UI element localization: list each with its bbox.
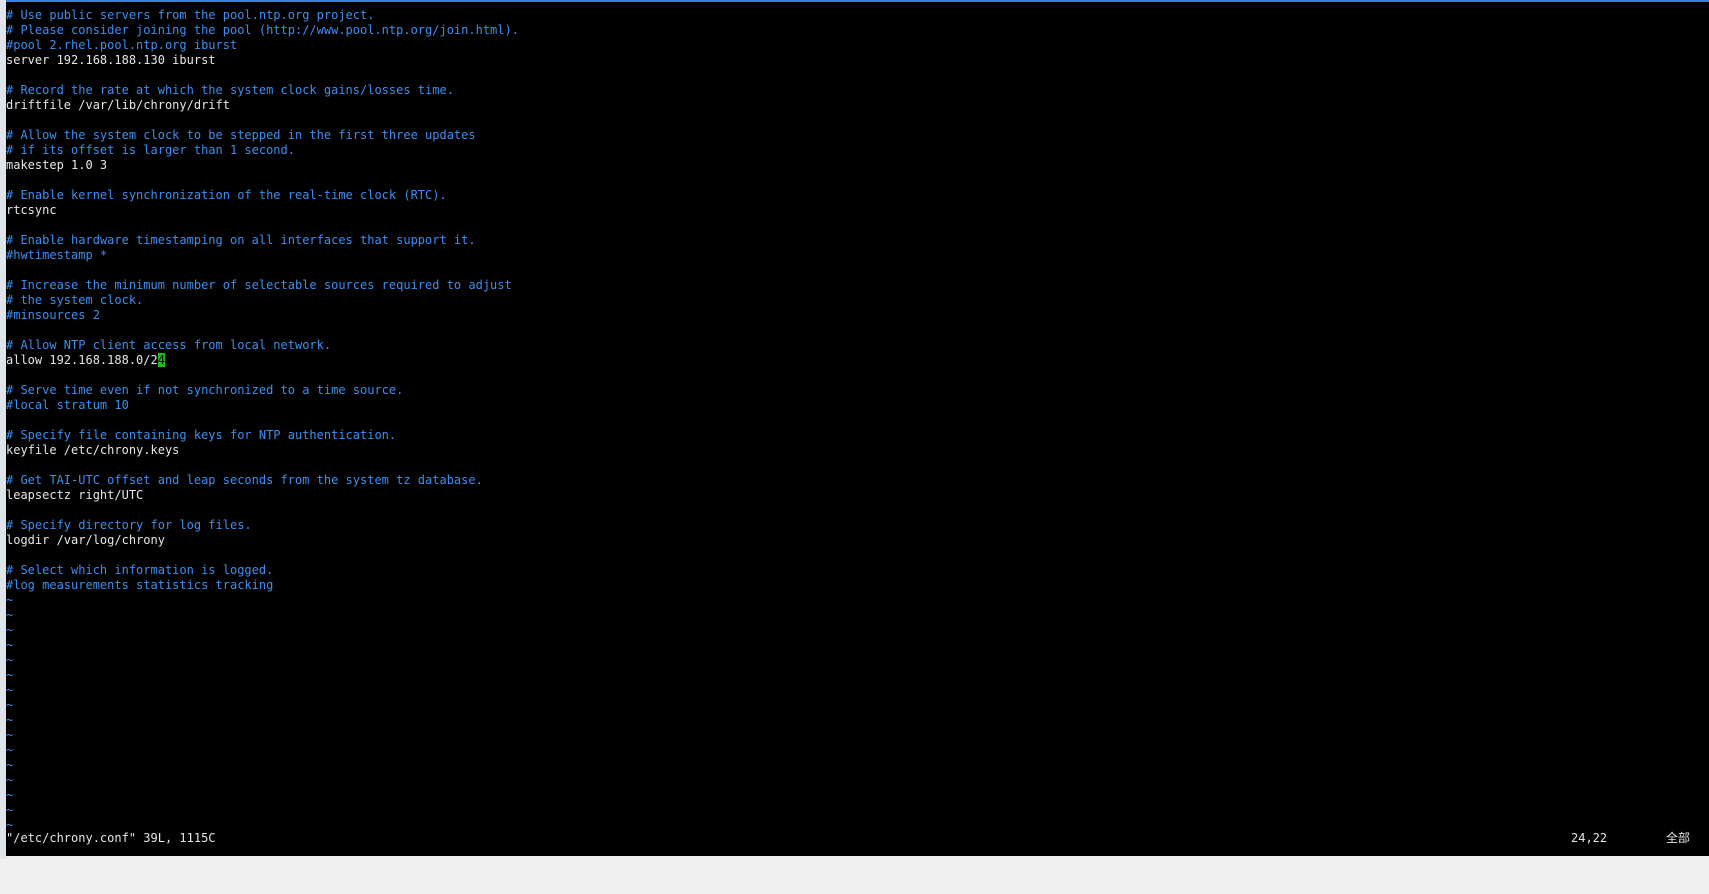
config-comment: #pool 2.rhel.pool.ntp.org iburst bbox=[6, 38, 238, 52]
config-comment: # Use public servers from the pool.ntp.o… bbox=[6, 8, 375, 22]
editor-line[interactable]: # Use public servers from the pool.ntp.o… bbox=[6, 8, 1696, 23]
config-directive: rtcsync bbox=[6, 203, 57, 217]
editor-line[interactable] bbox=[6, 413, 1696, 428]
config-directive: leapsectz right/UTC bbox=[6, 488, 144, 502]
config-comment: # Enable kernel synchronization of the r… bbox=[6, 188, 447, 202]
editor-line[interactable]: makestep 1.0 3 bbox=[6, 158, 1696, 173]
config-comment: # Record the rate at which the system cl… bbox=[6, 83, 454, 97]
empty-buffer-line-marker: ~ bbox=[6, 728, 14, 742]
editor-line[interactable]: #log measurements statistics tracking bbox=[6, 578, 1696, 593]
editor-line[interactable]: # Specify directory for log files. bbox=[6, 518, 1696, 533]
editor-line[interactable] bbox=[6, 68, 1696, 83]
empty-buffer-line-marker: ~ bbox=[6, 623, 14, 637]
editor-line[interactable]: # Enable hardware timestamping on all in… bbox=[6, 233, 1696, 248]
editor-line[interactable]: rtcsync bbox=[6, 203, 1696, 218]
editor-line[interactable]: # Please consider joining the pool (http… bbox=[6, 23, 1696, 38]
config-comment: #local stratum 10 bbox=[6, 398, 129, 412]
editor-line[interactable]: # the system clock. bbox=[6, 293, 1696, 308]
editor-line[interactable]: #hwtimestamp * bbox=[6, 248, 1696, 263]
editor-line[interactable]: #local stratum 10 bbox=[6, 398, 1696, 413]
config-comment: # Specify file containing keys for NTP a… bbox=[6, 428, 397, 442]
empty-buffer-line-marker: ~ bbox=[6, 668, 14, 682]
config-comment: # Select which information is logged. bbox=[6, 563, 274, 577]
editor-line[interactable] bbox=[6, 263, 1696, 278]
empty-buffer-line-marker: ~ bbox=[6, 713, 14, 727]
empty-buffer-line-marker: ~ bbox=[6, 743, 14, 757]
config-comment: # Allow the system clock to be stepped i… bbox=[6, 128, 476, 142]
vim-text-area[interactable]: # Use public servers from the pool.ntp.o… bbox=[6, 8, 1696, 833]
config-directive: keyfile /etc/chrony.keys bbox=[6, 443, 180, 457]
editor-line[interactable] bbox=[6, 458, 1696, 473]
config-comment: # Get TAI-UTC offset and leap seconds fr… bbox=[6, 473, 483, 487]
empty-buffer-line-marker: ~ bbox=[6, 788, 14, 802]
editor-line[interactable]: # Allow the system clock to be stepped i… bbox=[6, 128, 1696, 143]
config-comment: # Increase the minimum number of selecta… bbox=[6, 278, 512, 292]
empty-buffer-line-marker: ~ bbox=[6, 638, 14, 652]
editor-line[interactable]: # Enable kernel synchronization of the r… bbox=[6, 188, 1696, 203]
editor-line[interactable] bbox=[6, 113, 1696, 128]
editor-line-text: allow 192.168.188.0/2 bbox=[6, 353, 158, 367]
config-comment: # Please consider joining the pool (http… bbox=[6, 23, 519, 37]
empty-buffer-line-marker: ~ bbox=[6, 608, 14, 622]
editor-line[interactable] bbox=[6, 173, 1696, 188]
editor-line[interactable]: # Specify file containing keys for NTP a… bbox=[6, 428, 1696, 443]
editor-line[interactable]: # Allow NTP client access from local net… bbox=[6, 338, 1696, 353]
config-directive: makestep 1.0 3 bbox=[6, 158, 108, 172]
status-file-info: "/etc/chrony.conf" 39L, 1115C bbox=[6, 831, 216, 845]
config-comment: # if its offset is larger than 1 second. bbox=[6, 143, 295, 157]
empty-buffer-line-marker: ~ bbox=[6, 683, 14, 697]
empty-buffer-line-marker: ~ bbox=[6, 653, 14, 667]
empty-buffer-line-marker: ~ bbox=[6, 593, 14, 607]
empty-buffer-line-marker: ~ bbox=[6, 773, 14, 787]
config-directive: driftfile /var/lib/chrony/drift bbox=[6, 98, 230, 112]
config-comment: #log measurements statistics tracking bbox=[6, 578, 274, 592]
status-scroll-indicator: 全部 bbox=[1666, 831, 1691, 845]
config-comment: #minsources 2 bbox=[6, 308, 100, 322]
editor-line[interactable]: # Select which information is logged. bbox=[6, 563, 1696, 578]
status-cursor-position: 24,22 bbox=[1571, 831, 1608, 845]
config-comment: # Serve time even if not synchronized to… bbox=[6, 383, 404, 397]
editor-line[interactable]: driftfile /var/lib/chrony/drift bbox=[6, 98, 1696, 113]
empty-buffer-line-marker: ~ bbox=[6, 803, 14, 817]
editor-line[interactable]: allow 192.168.188.0/24 bbox=[6, 353, 1696, 368]
editor-line[interactable] bbox=[6, 323, 1696, 338]
editor-line[interactable]: logdir /var/log/chrony bbox=[6, 533, 1696, 548]
config-comment: #hwtimestamp * bbox=[6, 248, 108, 262]
editor-line[interactable]: # Serve time even if not synchronized to… bbox=[6, 383, 1696, 398]
editor-line[interactable]: keyfile /etc/chrony.keys bbox=[6, 443, 1696, 458]
editor-line[interactable]: server 192.168.188.130 iburst bbox=[6, 53, 1696, 68]
text-cursor: 4 bbox=[157, 353, 165, 367]
vim-status-line: "/etc/chrony.conf" 39L, 1115C 24,22 全部 bbox=[6, 830, 1696, 846]
empty-buffer-line-marker: ~ bbox=[6, 758, 14, 772]
config-comment: # Specify directory for log files. bbox=[6, 518, 252, 532]
config-comment: # Allow NTP client access from local net… bbox=[6, 338, 332, 352]
editor-line[interactable] bbox=[6, 548, 1696, 563]
config-directive: logdir /var/log/chrony bbox=[6, 533, 165, 547]
editor-line[interactable]: #minsources 2 bbox=[6, 308, 1696, 323]
editor-line[interactable] bbox=[6, 218, 1696, 233]
editor-line[interactable]: leapsectz right/UTC bbox=[6, 488, 1696, 503]
config-directive: server 192.168.188.130 iburst bbox=[6, 53, 216, 67]
editor-line[interactable]: # Record the rate at which the system cl… bbox=[6, 83, 1696, 98]
config-comment: # Enable hardware timestamping on all in… bbox=[6, 233, 476, 247]
config-comment: # the system clock. bbox=[6, 293, 144, 307]
editor-line[interactable] bbox=[6, 503, 1696, 518]
editor-line[interactable]: # if its offset is larger than 1 second. bbox=[6, 143, 1696, 158]
editor-line[interactable]: #pool 2.rhel.pool.ntp.org iburst bbox=[6, 38, 1696, 53]
editor-line[interactable]: # Increase the minimum number of selecta… bbox=[6, 278, 1696, 293]
editor-line[interactable]: # Get TAI-UTC offset and leap seconds fr… bbox=[6, 473, 1696, 488]
editor-line[interactable] bbox=[6, 368, 1696, 383]
empty-buffer-line-marker: ~ bbox=[6, 698, 14, 712]
